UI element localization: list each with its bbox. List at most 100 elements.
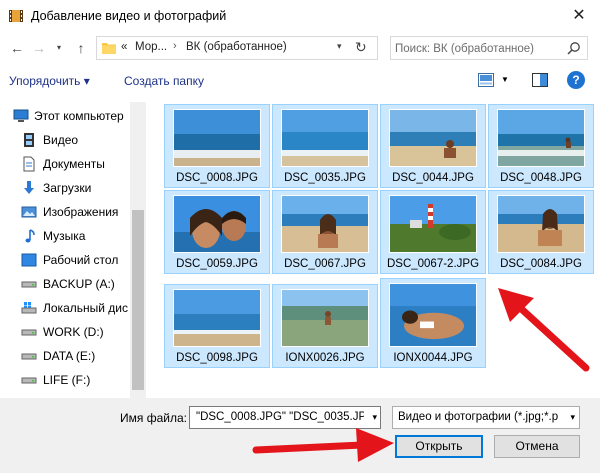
- image-thumbnail: [281, 289, 369, 347]
- file-name: DSC_0048.JPG: [500, 172, 582, 184]
- sidebar-item-label: Загрузки: [43, 181, 92, 195]
- image-thumbnail: [389, 109, 477, 167]
- sidebar-item-label: Музыка: [43, 229, 86, 243]
- change-view-icon[interactable]: [478, 73, 494, 87]
- sidebar-item-label: DATA (E:): [43, 349, 96, 363]
- file-tile[interactable]: DSC_0035.JPG: [272, 104, 378, 188]
- sidebar-item-label: LIFE (F:): [43, 373, 91, 387]
- file-tile[interactable]: DSC_0059.JPG: [164, 190, 270, 274]
- drive-icon: [21, 353, 37, 360]
- sidebar-item-music[interactable]: Музыка: [0, 224, 146, 248]
- file-tile[interactable]: DSC_0067.JPG: [272, 190, 378, 274]
- image-thumbnail: [281, 109, 369, 167]
- file-name: IONX0026.JPG: [285, 352, 365, 364]
- title-bar: Добавление видео и фотографий ✕: [0, 0, 600, 32]
- sidebar-item-video[interactable]: Видео: [0, 128, 146, 152]
- computer-icon: [13, 109, 29, 122]
- help-icon[interactable]: ?: [567, 71, 585, 89]
- dialog-footer: Имя файла: "DSC_0008.JPG" "DSC_0035.JPG"…: [0, 398, 600, 473]
- organize-button[interactable]: Упорядочить ▾: [9, 74, 90, 88]
- sidebar-scrollbar-thumb[interactable]: [132, 210, 144, 390]
- sidebar-item-backup-drive[interactable]: BACKUP (A:): [0, 272, 146, 296]
- address-dropdown-icon[interactable]: ▾: [337, 41, 342, 52]
- sidebar-item-label: BACKUP (A:): [43, 277, 115, 291]
- preview-pane-icon[interactable]: [532, 73, 548, 87]
- file-tile[interactable]: DSC_0044.JPG: [380, 104, 486, 188]
- sidebar-item-desktop[interactable]: Рабочий стол: [0, 248, 146, 272]
- image-thumbnail: [497, 195, 585, 253]
- refresh-icon[interactable]: ↻: [355, 39, 367, 56]
- file-tile[interactable]: DSC_0067-2.JPG: [380, 190, 486, 274]
- downloads-icon: [24, 181, 34, 194]
- sidebar-item-label: Изображения: [43, 205, 119, 219]
- file-tile[interactable]: DSC_0098.JPG: [164, 284, 270, 368]
- command-bar: Упорядочить ▾ Создать папку ▼ ?: [0, 68, 600, 94]
- address-bar[interactable]: « Мор... › ВК (обработанное) ▾ ↻: [96, 36, 378, 60]
- recent-locations-chevron-icon[interactable]: ▾: [50, 38, 68, 58]
- filename-value[interactable]: "DSC_0008.JPG" "DSC_0035.JPG": [196, 411, 364, 423]
- file-tile[interactable]: DSC_0008.JPG: [164, 104, 270, 188]
- navigation-bar: ← → ▾ ↑ « Мор... › ВК (обработанное) ▾ ↻: [0, 34, 600, 62]
- video-icon: [24, 133, 34, 147]
- filename-label: Имя файла:: [120, 411, 187, 425]
- filetype-select[interactable]: Видео и фотографии (*.jpg;*.p ▾: [392, 406, 580, 429]
- documents-icon: [23, 156, 35, 172]
- breadcrumb-overflow[interactable]: «: [121, 41, 127, 53]
- file-name: DSC_0098.JPG: [176, 352, 258, 364]
- open-button[interactable]: Открыть: [395, 435, 483, 458]
- file-tile[interactable]: DSC_0084.JPG: [488, 190, 594, 274]
- drive-windows-icon: [21, 302, 37, 314]
- sidebar-item-life-drive[interactable]: LIFE (F:): [0, 368, 146, 392]
- breadcrumb-item[interactable]: Мор...: [135, 41, 167, 53]
- file-tile[interactable]: IONX0044.JPG: [380, 278, 486, 368]
- sidebar-item-local-disk[interactable]: Локальный дис: [0, 296, 146, 320]
- close-button[interactable]: ✕: [568, 5, 590, 27]
- desktop-icon: [21, 253, 37, 267]
- back-arrow-icon[interactable]: ←: [8, 38, 26, 58]
- image-thumbnail: [173, 195, 261, 253]
- filename-input[interactable]: "DSC_0008.JPG" "DSC_0035.JPG" ▾: [189, 406, 381, 429]
- filename-dropdown-icon[interactable]: ▾: [372, 412, 377, 423]
- sidebar-item-downloads[interactable]: Загрузки: [0, 176, 146, 200]
- filetype-value[interactable]: Видео и фотографии (*.jpg;*.p: [398, 411, 562, 423]
- sidebar-item-work-drive[interactable]: WORK (D:): [0, 320, 146, 344]
- sidebar-item-documents[interactable]: Документы: [0, 152, 146, 176]
- up-arrow-icon[interactable]: ↑: [72, 38, 90, 58]
- breadcrumb-current[interactable]: ВК (обработанное): [186, 41, 287, 53]
- sidebar-item-label: Документы: [43, 157, 105, 171]
- forward-arrow-icon[interactable]: →: [30, 38, 48, 58]
- file-tile[interactable]: DSC_0048.JPG: [488, 104, 594, 188]
- sidebar-item-label: Рабочий стол: [43, 253, 119, 267]
- drive-icon: [21, 377, 37, 384]
- file-open-dialog: Добавление видео и фотографий ✕ ← → ▾ ↑ …: [0, 0, 600, 473]
- search-icon[interactable]: [567, 41, 581, 55]
- navigation-pane: Этот компьютер Видео Документы Загрузки …: [0, 102, 146, 398]
- app-film-icon: [9, 10, 23, 22]
- cancel-button[interactable]: Отмена: [494, 435, 580, 458]
- sidebar-item-label: WORK (D:): [43, 325, 104, 339]
- file-name: DSC_0059.JPG: [176, 258, 258, 270]
- drive-icon: [21, 281, 37, 288]
- image-thumbnail: [173, 289, 261, 347]
- image-thumbnail: [497, 109, 585, 167]
- view-options-chevron-icon[interactable]: ▼: [501, 75, 509, 84]
- new-folder-button[interactable]: Создать папку: [124, 74, 204, 88]
- sidebar-item-pictures[interactable]: Изображения: [0, 200, 146, 224]
- filetype-dropdown-icon[interactable]: ▾: [570, 412, 575, 423]
- drive-icon: [21, 329, 37, 336]
- image-thumbnail: [281, 195, 369, 253]
- sidebar-item-data-drive[interactable]: DATA (E:): [0, 344, 146, 368]
- file-name: DSC_0035.JPG: [284, 172, 366, 184]
- image-thumbnail: [389, 195, 477, 253]
- file-tile[interactable]: IONX0026.JPG: [272, 284, 378, 368]
- file-name: IONX0044.JPG: [393, 352, 473, 364]
- sidebar-item-label: Видео: [43, 133, 79, 147]
- search-box[interactable]: [390, 36, 588, 60]
- breadcrumb-separator[interactable]: ›: [173, 40, 177, 52]
- file-name: DSC_0067.JPG: [284, 258, 366, 270]
- sidebar-item-this-pc[interactable]: Этот компьютер: [0, 104, 146, 128]
- file-list: DSC_0008.JPG DSC_0035.JPG DSC_0044.JPG D…: [148, 102, 600, 398]
- search-input[interactable]: [395, 40, 563, 57]
- sidebar-item-label: Локальный дис: [43, 301, 128, 315]
- image-thumbnail: [389, 283, 477, 347]
